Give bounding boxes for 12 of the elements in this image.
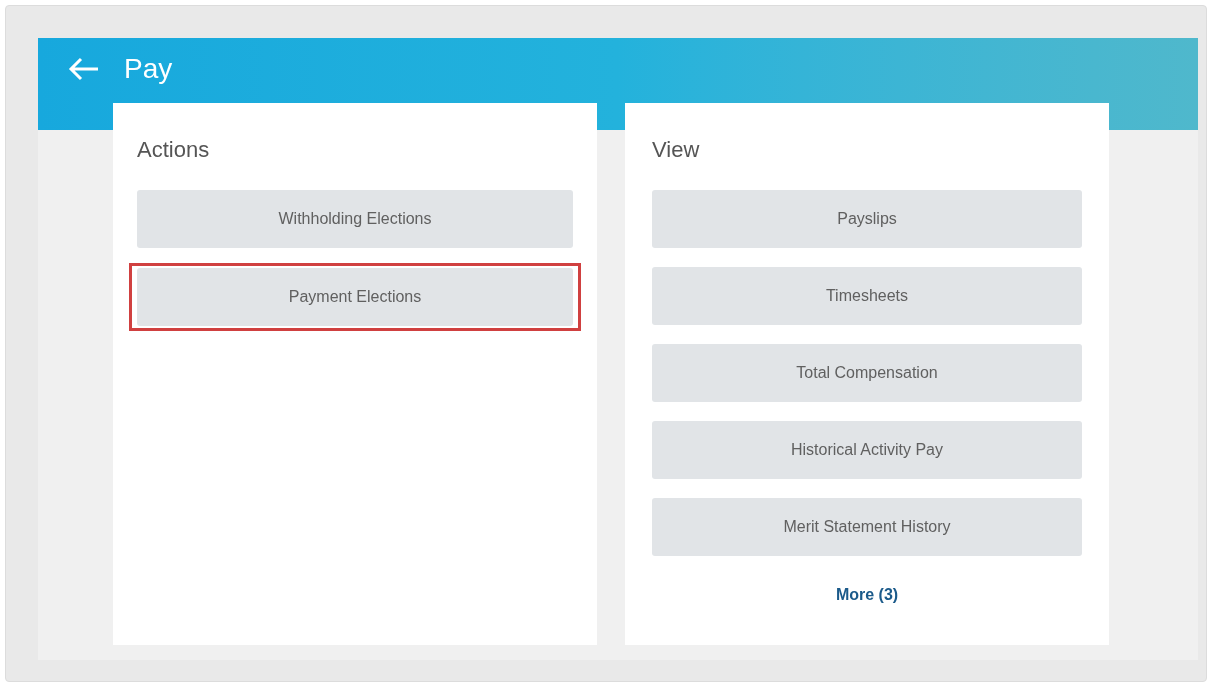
section-heading: View bbox=[652, 136, 701, 164]
page-title: Pay bbox=[124, 52, 173, 86]
back-arrow-icon[interactable] bbox=[68, 57, 100, 81]
menu-button[interactable]: Total Compensation bbox=[652, 344, 1082, 402]
menu-button[interactable]: Merit Statement History bbox=[652, 498, 1082, 556]
menu-button[interactable]: Payment Elections bbox=[137, 268, 573, 326]
menu-button[interactable]: Payslips bbox=[652, 190, 1082, 248]
more-link[interactable]: More (3) bbox=[835, 583, 899, 607]
menu-button[interactable]: Withholding Elections bbox=[137, 190, 573, 248]
menu-button[interactable]: Historical Activity Pay bbox=[652, 421, 1082, 479]
menu-button[interactable]: Timesheets bbox=[652, 267, 1082, 325]
section-heading: Actions bbox=[137, 136, 211, 164]
